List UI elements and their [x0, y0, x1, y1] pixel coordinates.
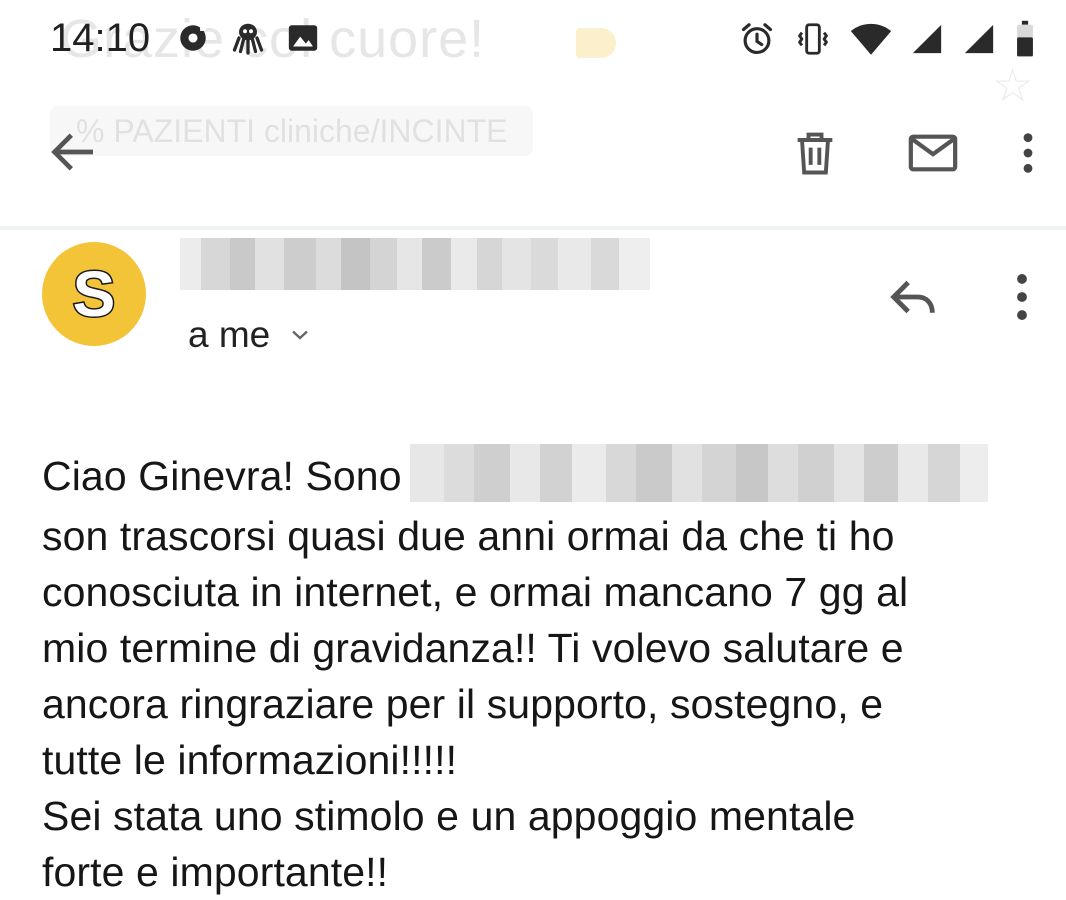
label-chip-faded: % PAZIENTI cliniche/INCINTE — [50, 106, 534, 156]
body-line: son trascorsi quasi due anni ormai da ch… — [42, 513, 895, 560]
more-options-button[interactable] — [1008, 118, 1048, 188]
star-icon: ☆ — [992, 59, 1034, 111]
message-more-button[interactable] — [1004, 266, 1040, 328]
redacted-text — [409, 444, 1008, 503]
back-button[interactable] — [44, 124, 100, 180]
delete-button[interactable] — [780, 118, 850, 188]
body-line: Ciao Ginevra! Sono — [42, 444, 1052, 508]
body-line: forte e importante!! — [42, 849, 389, 896]
signal-icon — [962, 22, 996, 56]
more-vert-icon — [1023, 133, 1033, 173]
body-line: mio termine di gravidanza!! Ti volevo sa… — [42, 625, 904, 672]
signal-icon — [910, 22, 944, 56]
more-vert-icon — [1017, 274, 1027, 320]
octopus-icon — [230, 20, 266, 56]
sender-name-redacted[interactable] — [180, 238, 650, 290]
mark-unread-button[interactable] — [898, 118, 968, 188]
message-body: Ciao Ginevra! Sono son trascorsi quasi d… — [42, 444, 1052, 900]
avatar-letter: S — [71, 258, 117, 330]
recipients-label: a me — [188, 314, 271, 355]
recipients-toggle[interactable]: a me — [188, 314, 312, 356]
reply-button[interactable] — [884, 268, 942, 326]
mail-icon — [908, 134, 958, 172]
trash-icon — [797, 132, 833, 175]
status-time: 14:10 — [50, 16, 151, 60]
importance-marker-faded — [576, 28, 616, 58]
sync-icon — [176, 21, 210, 55]
image-icon — [286, 21, 320, 55]
toolbar-divider — [0, 226, 1066, 230]
status-icons-right — [738, 20, 1036, 58]
chevron-down-icon — [288, 323, 312, 347]
wifi-icon — [850, 21, 892, 57]
toolbar-actions — [732, 118, 1048, 188]
body-line: Sei stata uno stimolo e un appoggio ment… — [42, 793, 856, 840]
arrow-back-icon — [51, 133, 93, 171]
alarm-icon — [738, 20, 776, 58]
reply-icon — [890, 280, 935, 314]
body-line: tutte le informazioni!!!!! — [42, 737, 458, 784]
status-icons-left — [176, 20, 320, 56]
vibrate-icon — [794, 20, 832, 58]
body-line-text: Ciao Ginevra! Sono — [42, 453, 402, 499]
body-line: ancora ringraziare per il supporto, sost… — [42, 681, 884, 728]
body-line: conosciuta in internet, e ormai mancano … — [42, 569, 909, 616]
avatar[interactable]: S — [42, 242, 146, 346]
battery-icon — [1014, 20, 1036, 58]
